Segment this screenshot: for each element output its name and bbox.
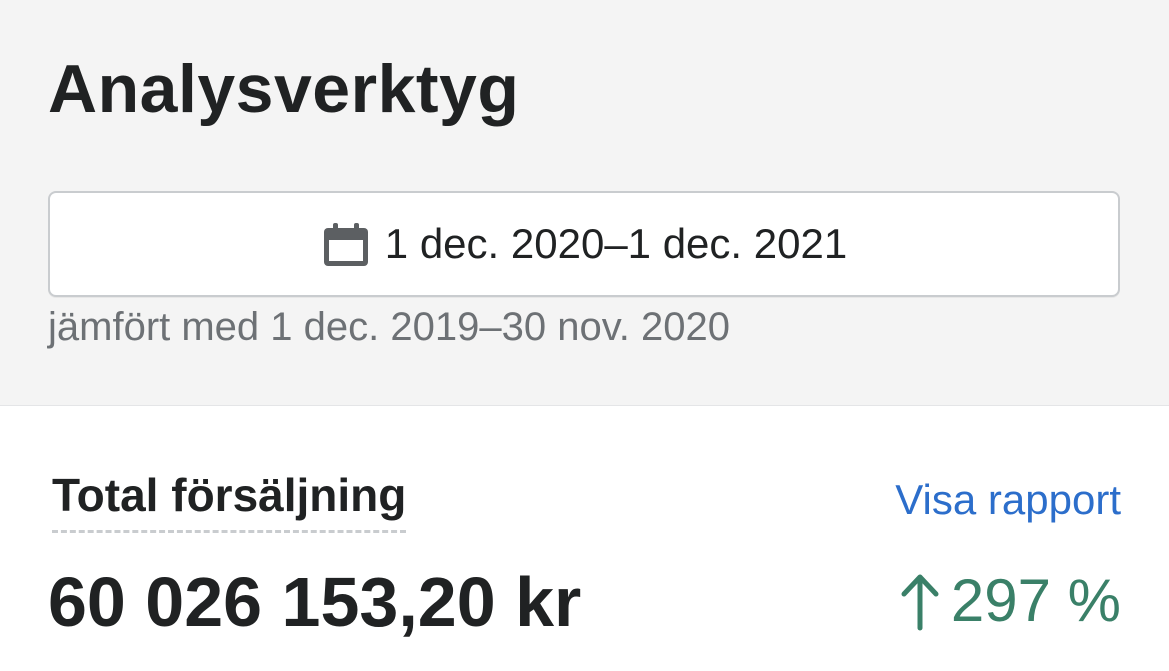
comparison-period-text: jämfört med 1 dec. 2019–30 nov. 2020 bbox=[48, 305, 730, 349]
arrow-up-icon bbox=[899, 570, 941, 632]
date-range-button[interactable]: 1 dec. 2020–1 dec. 2021 bbox=[48, 191, 1120, 297]
calendar-icon bbox=[321, 222, 371, 268]
analytics-page: Analysverktyg 1 dec. 2020–1 dec. 2021 jä… bbox=[0, 0, 1169, 671]
date-range-label: 1 dec. 2020–1 dec. 2021 bbox=[384, 220, 848, 267]
view-report-link[interactable]: Visa rapport bbox=[895, 476, 1121, 524]
page-title: Analysverktyg bbox=[48, 51, 520, 127]
metric-value: 60 026 153,20 kr bbox=[48, 563, 582, 641]
metric-title[interactable]: Total försäljning bbox=[52, 468, 407, 533]
header-section: Analysverktyg 1 dec. 2020–1 dec. 2021 jä… bbox=[0, 0, 1169, 405]
change-percentage: 297 % bbox=[950, 567, 1121, 634]
total-sales-card: Total försäljning Visa rapport 60 026 15… bbox=[0, 405, 1169, 671]
change-indicator: 297 % bbox=[899, 566, 1121, 635]
